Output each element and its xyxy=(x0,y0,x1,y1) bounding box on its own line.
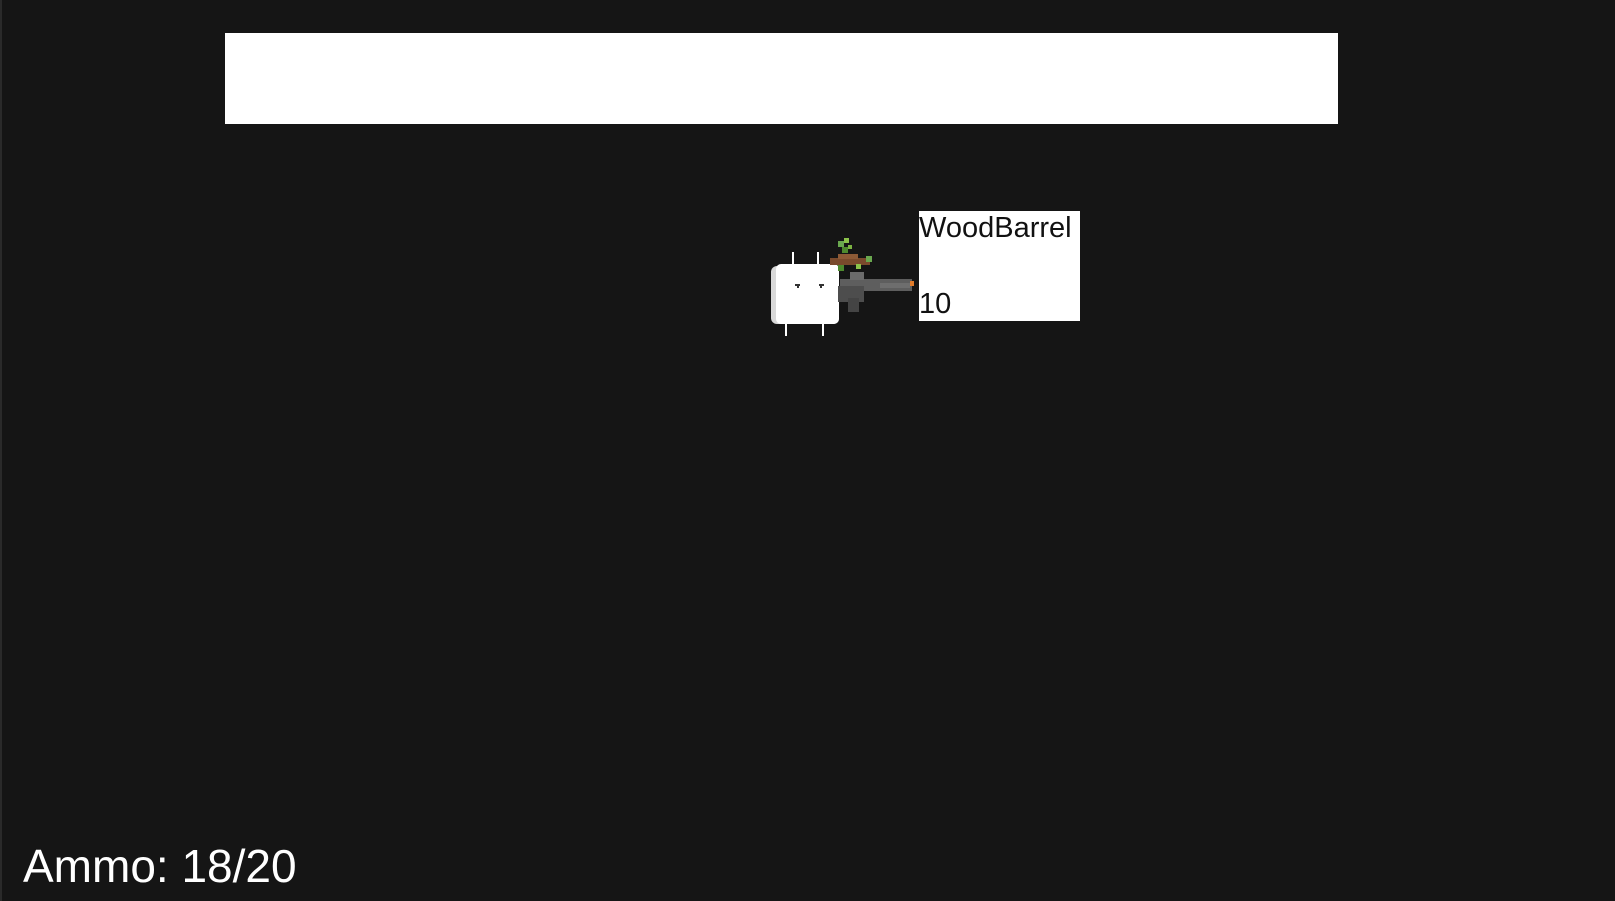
ammo-counter: Ammo: 18/20 xyxy=(23,840,297,892)
item-name: WoodBarrel xyxy=(919,212,1072,244)
player-antenna-icon xyxy=(792,252,819,264)
player-character xyxy=(770,236,920,346)
marshmallow-player-icon xyxy=(771,264,839,336)
game-viewport[interactable]: WoodBarrel 10 Ammo: 18/20 xyxy=(0,0,1615,901)
top-banner xyxy=(225,33,1338,124)
item-tooltip: WoodBarrel 10 xyxy=(919,211,1080,321)
viewport-border xyxy=(0,0,2,901)
item-value: 10 xyxy=(919,288,952,320)
rifle-icon xyxy=(838,272,914,312)
